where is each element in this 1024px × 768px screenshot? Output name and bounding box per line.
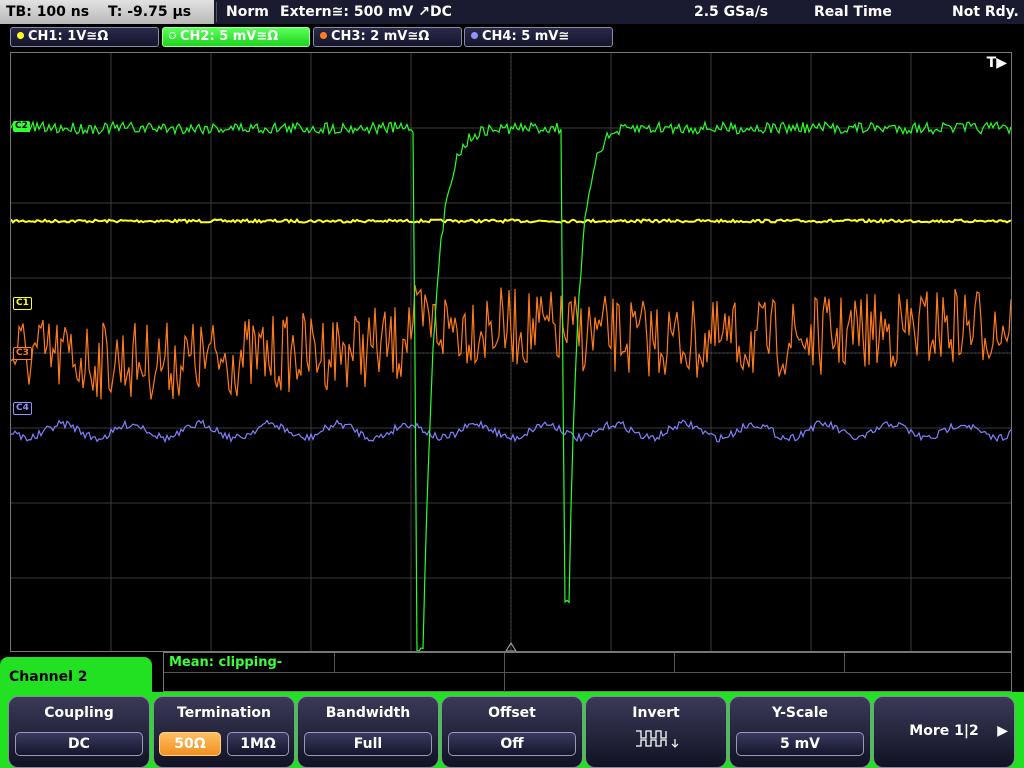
invert-title: Invert (632, 705, 680, 721)
waveform-canvas[interactable] (11, 53, 1011, 651)
trigger-time-readout: T: -9.75 µs (107, 4, 192, 20)
chevron-right-icon: ▶ (997, 723, 1008, 739)
sample-rate[interactable]: 2.5 GSa/s (694, 0, 768, 24)
waveform-display[interactable]: T▶ C2 C1 C3 C4 (10, 52, 1012, 652)
y-scale-value[interactable]: 5 mV (736, 732, 864, 756)
tab-ch3-label: CH3: 2 mV≅Ω (331, 29, 430, 44)
bandwidth-title: Bandwidth (325, 705, 411, 721)
divider (504, 653, 505, 692)
timebase-readout: TB: 100 ns (6, 4, 90, 20)
ch3-dot-icon (320, 32, 327, 39)
channel-menu-title: Channel 2 (9, 669, 88, 685)
y-scale-softkey[interactable]: Y-Scale 5 mV (729, 696, 871, 768)
divider (674, 653, 675, 672)
grid (11, 53, 1011, 651)
ch4-offset-marker[interactable]: C4 (13, 402, 32, 415)
more-title: More 1|2 (909, 723, 979, 739)
bandwidth-softkey[interactable]: Bandwidth Full (297, 696, 439, 768)
offset-title: Offset (488, 705, 536, 721)
timebase-box[interactable]: TB: 100 ns T: -9.75 µs (0, 0, 214, 24)
more-softkey[interactable]: More 1|2 ▶ (873, 696, 1015, 768)
tab-ch2-label: CH2: 5 mV≅Ω (180, 29, 279, 44)
trigger-source[interactable]: Extern≅: 500 mV ↗DC (280, 0, 452, 24)
ch3-offset-marker[interactable]: C3 (13, 347, 32, 360)
coupling-softkey[interactable]: Coupling DC (8, 696, 150, 768)
tab-ch4[interactable]: CH4: 5 mV≅ (464, 27, 613, 47)
trigger-offset-icon: T▶ (986, 55, 1007, 71)
divider (216, 2, 217, 22)
termination-title: Termination (177, 705, 271, 721)
offset-value[interactable]: Off (448, 732, 576, 756)
ch1-dot-icon (17, 32, 24, 39)
termination-1m-option[interactable]: 1MΩ (227, 732, 289, 756)
coupling-value[interactable]: DC (15, 732, 143, 756)
termination-50-option[interactable]: 50Ω (159, 732, 221, 756)
status-bar: TB: 100 ns T: -9.75 µs Norm Extern≅: 500… (0, 0, 1024, 24)
invert-softkey[interactable]: Invert (585, 696, 727, 768)
divider (844, 653, 845, 672)
measurement-readout: Mean: clipping- (169, 655, 283, 670)
tab-ch1-label: CH1: 1V≅Ω (28, 29, 109, 44)
channel-tabs: CH1: 1V≅Ω CH2: 5 mV≅Ω CH3: 2 mV≅Ω CH4: 5… (0, 25, 1024, 49)
offset-softkey[interactable]: Offset Off (441, 696, 583, 768)
coupling-title: Coupling (44, 705, 114, 721)
ready-state: Not Rdy. (952, 4, 1019, 20)
divider (334, 653, 335, 672)
bandwidth-value[interactable]: Full (304, 732, 432, 756)
y-scale-title: Y-Scale (771, 705, 828, 721)
tab-ch1[interactable]: CH1: 1V≅Ω (10, 27, 159, 47)
measurement-panel[interactable]: Mean: clipping- (163, 652, 1012, 692)
trigger-mode[interactable]: Norm (226, 0, 269, 24)
ch2-dot-icon (169, 32, 176, 39)
ch2-offset-marker[interactable]: C2 (13, 121, 30, 132)
termination-softkey[interactable]: Termination 50Ω 1MΩ (153, 696, 295, 768)
tab-ch3[interactable]: CH3: 2 mV≅Ω (313, 27, 462, 47)
tab-ch4-label: CH4: 5 mV≅ (482, 29, 570, 44)
divider (164, 672, 1011, 673)
invert-waveform-icon (636, 730, 679, 748)
tab-ch2[interactable]: CH2: 5 mV≅Ω (162, 27, 310, 47)
acquisition-mode[interactable]: Real Time (814, 0, 892, 24)
ch1-offset-marker[interactable]: C1 (13, 297, 32, 310)
ch4-dot-icon (471, 32, 478, 39)
